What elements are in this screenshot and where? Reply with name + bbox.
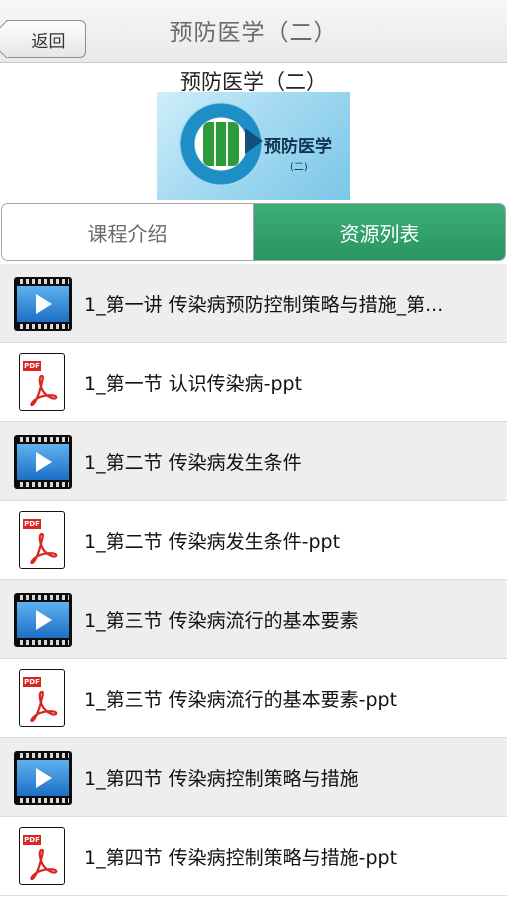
cover-arrow-icon	[245, 128, 263, 154]
resource-title: 1_第一节 认识传染病-ppt	[84, 372, 303, 395]
pdf-icon: PDF	[14, 353, 74, 411]
list-item[interactable]: 1_第一讲 传染病预防控制策略与措施_第...	[0, 264, 507, 343]
video-film-icon	[14, 593, 72, 647]
tab-resource-list[interactable]: 资源列表	[254, 204, 505, 260]
list-item[interactable]: 1_第二节 传染病发生条件	[0, 422, 507, 501]
list-item[interactable]: 1_第三节 传染病流行的基本要素	[0, 580, 507, 659]
acrobat-logo-icon	[30, 374, 58, 406]
pdf-document-icon: PDF	[19, 669, 65, 727]
resource-title: 1_第三节 传染病流行的基本要素-ppt	[84, 688, 398, 711]
navigation-bar: 返回 预防医学（二）	[0, 0, 507, 63]
cover-subtitle: (二)	[290, 162, 308, 173]
pdf-icon: PDF	[14, 827, 74, 885]
play-icon	[36, 452, 52, 472]
list-item[interactable]: 1_第四节 传染病控制策略与措施	[0, 738, 507, 817]
pdf-badge: PDF	[23, 519, 41, 529]
play-icon	[36, 768, 52, 788]
back-button-label: 返回	[31, 31, 66, 52]
resource-title: 1_第四节 传染病控制策略与措施-ppt	[84, 846, 398, 869]
resource-list: 1_第一讲 传染病预防控制策略与措施_第... PDF 1_第一节 认识传染病-pp…	[0, 264, 507, 896]
segmented-control: 课程介绍 资源列表	[1, 203, 506, 261]
pdf-badge: PDF	[23, 361, 41, 371]
resource-title: 1_第二节 传染病发生条件	[84, 451, 302, 474]
acrobat-logo-icon	[30, 532, 58, 564]
list-item[interactable]: PDF 1_第二节 传染病发生条件-ppt	[0, 501, 507, 580]
list-item[interactable]: PDF 1_第三节 传染病流行的基本要素-ppt	[0, 659, 507, 738]
video-icon	[14, 274, 74, 332]
course-cover-image: 预防医学 (二)	[157, 92, 350, 200]
list-item[interactable]: PDF 1_第四节 传染病控制策略与措施-ppt	[0, 817, 507, 896]
pdf-document-icon: PDF	[19, 511, 65, 569]
resource-title: 1_第三节 传染病流行的基本要素	[84, 609, 359, 632]
resource-title: 1_第二节 传染病发生条件-ppt	[84, 530, 341, 553]
video-film-icon	[14, 435, 72, 489]
video-icon	[14, 432, 74, 490]
list-item[interactable]: PDF 1_第一节 认识传染病-ppt	[0, 343, 507, 422]
video-film-icon	[14, 751, 72, 805]
cover-people-icon	[203, 122, 239, 166]
pdf-badge: PDF	[23, 677, 41, 687]
tab-course-intro[interactable]: 课程介绍	[2, 204, 254, 260]
video-icon	[14, 590, 74, 648]
page-title: 预防医学（二）	[169, 20, 338, 46]
video-icon	[14, 748, 74, 806]
acrobat-logo-icon	[30, 690, 58, 722]
acrobat-logo-icon	[30, 848, 58, 880]
resource-title: 1_第一讲 传染病预防控制策略与措施_第...	[84, 293, 444, 316]
resource-title: 1_第四节 传染病控制策略与措施	[84, 767, 359, 790]
pdf-document-icon: PDF	[19, 353, 65, 411]
play-icon	[36, 610, 52, 630]
pdf-badge: PDF	[23, 835, 41, 845]
cover-title: 预防医学	[264, 137, 332, 157]
play-icon	[36, 294, 52, 314]
pdf-icon: PDF	[14, 511, 74, 569]
pdf-icon: PDF	[14, 669, 74, 727]
video-film-icon	[14, 277, 72, 331]
pdf-document-icon: PDF	[19, 827, 65, 885]
